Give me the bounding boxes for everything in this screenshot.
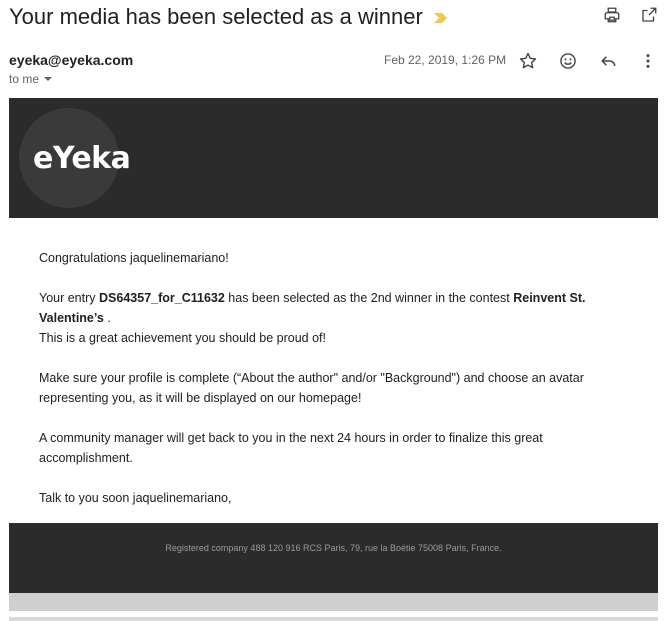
email-banner: eYeka <box>9 98 658 218</box>
reply-icon[interactable] <box>598 51 618 71</box>
email-date: Feb 22, 2019, 1:26 PM <box>384 53 507 67</box>
recipient-label: to me <box>9 72 40 86</box>
greeting: Congratulations jaquelinemariano! <box>39 251 229 265</box>
email-subject: Your media has been selected as a winner <box>9 4 423 29</box>
entry-suffix: . <box>107 311 111 325</box>
subject-row: Your media has been selected as a winner <box>9 4 664 32</box>
entry-middle: has been selected as the 2nd winner in t… <box>228 291 510 305</box>
signoff: Talk to you soon jaquelinemariano, <box>39 491 232 505</box>
entry-id: DS64357_for_C11632 <box>99 291 225 305</box>
logo-text: eYeka <box>33 141 131 176</box>
footer-divider <box>9 617 658 621</box>
caret-down-icon <box>44 77 53 81</box>
footer-gray-bar <box>9 593 658 611</box>
entry-prefix: Your entry <box>39 291 96 305</box>
open-in-new-window-icon[interactable] <box>640 6 658 24</box>
profile-note: Make sure your profile is complete (“Abo… <box>39 371 584 405</box>
more-vert-icon[interactable] <box>638 51 658 71</box>
entry-paragraph: Your entry DS64357_for_C11632 has been s… <box>39 288 619 348</box>
recipient-details-toggle[interactable]: to me <box>9 72 53 86</box>
email-body: Congratulations jaquelinemariano! Your e… <box>39 248 619 528</box>
manager-note: A community manager will get back to you… <box>39 431 543 465</box>
importance-marker-icon[interactable] <box>433 12 449 24</box>
footer-registration: Registered company 488 120 916 RCS Paris… <box>165 543 502 553</box>
print-icon[interactable] <box>603 6 621 24</box>
achievement-text: This is a great achievement you should b… <box>39 331 326 345</box>
star-icon[interactable] <box>518 51 538 71</box>
email-footer: Registered company 488 120 916 RCS Paris… <box>9 523 658 593</box>
eyeka-logo: eYeka <box>19 108 131 208</box>
sender-address: eyeka@eyeka.com <box>9 52 134 68</box>
emoji-icon[interactable] <box>558 51 578 71</box>
